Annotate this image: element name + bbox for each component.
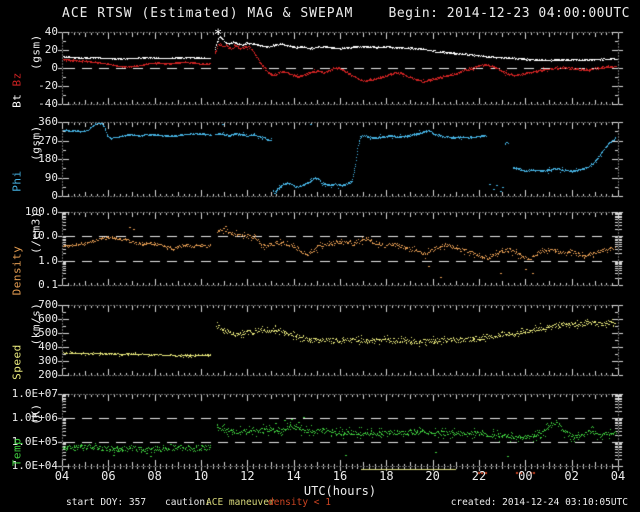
caution-density-flag: density < 1 bbox=[268, 497, 331, 508]
ylabel-part: Temp bbox=[10, 437, 24, 467]
x-tick-label: 16 bbox=[332, 469, 348, 483]
panel-ylabel-name-temp: Temp bbox=[11, 438, 24, 467]
ylabel-part: Bz bbox=[10, 72, 24, 87]
start-doy-label: start DOY: 357 bbox=[66, 497, 147, 508]
ylabel-part: (gsm) bbox=[29, 125, 43, 161]
caution-ace-maneuver: ACE maneuver bbox=[206, 497, 275, 508]
panel-ylabel-unit-density: (/cm3) bbox=[30, 211, 43, 254]
panel-ylabel-unit-bt-bz: (gsm) bbox=[30, 34, 43, 70]
x-tick-label: 02 bbox=[564, 469, 579, 483]
x-tick-label: 04 bbox=[610, 469, 626, 483]
ace-rtsw-plot: ACE RTSW (Estimated) MAG & SWEPAM Begin:… bbox=[0, 0, 640, 512]
y-tick-label: 1.0E+07 bbox=[11, 387, 58, 400]
panel-ylabel-name-density: Density bbox=[11, 246, 24, 296]
x-tick-label: 18 bbox=[379, 469, 394, 483]
begin-timestamp: Begin: 2014-12-23 04:00:00UTC bbox=[388, 6, 630, 21]
ylabel-part: (gsm) bbox=[29, 34, 43, 70]
ylabel-part: (km/s) bbox=[29, 302, 43, 346]
y-tick-label: 0 bbox=[51, 189, 58, 202]
panel-ylabel-unit-speed: (km/s) bbox=[30, 303, 43, 346]
x-axis-title: UTC(hours) bbox=[303, 484, 377, 498]
created-timestamp: created: 2014-12-24 03:10:05UTC bbox=[450, 497, 628, 508]
ylabel-part: (K) bbox=[29, 403, 43, 425]
ylabel-part: Speed bbox=[10, 344, 24, 380]
ylabel-part: Bt bbox=[10, 93, 24, 108]
x-tick-label: 06 bbox=[101, 469, 116, 483]
ylabel-part: Phi bbox=[10, 170, 24, 192]
chart-canvas bbox=[0, 0, 640, 512]
x-tick-label: 08 bbox=[147, 469, 162, 483]
x-tick-label: 00 bbox=[518, 469, 533, 483]
panel-ylabel-name-bt-bz: Bt Bz bbox=[11, 72, 24, 108]
ylabel-part: Density bbox=[10, 245, 24, 296]
panel-ylabel-unit-phi: (gsm) bbox=[30, 125, 43, 161]
ylabel-part: (/cm3) bbox=[29, 211, 43, 254]
panel-ylabel-unit-temp: (K) bbox=[30, 403, 43, 424]
caution-label: caution: bbox=[165, 497, 211, 508]
x-tick-label: 12 bbox=[240, 469, 255, 483]
panel-ylabel-name-phi: Phi bbox=[11, 170, 24, 191]
x-tick-label: 20 bbox=[425, 469, 440, 483]
shock-asterisk: * bbox=[213, 27, 223, 43]
x-tick-label: 10 bbox=[193, 469, 209, 483]
plot-title: ACE RTSW (Estimated) MAG & SWEPAM bbox=[62, 6, 354, 21]
x-tick-label: 22 bbox=[471, 469, 487, 483]
panel-ylabel-name-speed: Speed bbox=[11, 344, 24, 380]
x-tick-label: 14 bbox=[286, 469, 301, 483]
